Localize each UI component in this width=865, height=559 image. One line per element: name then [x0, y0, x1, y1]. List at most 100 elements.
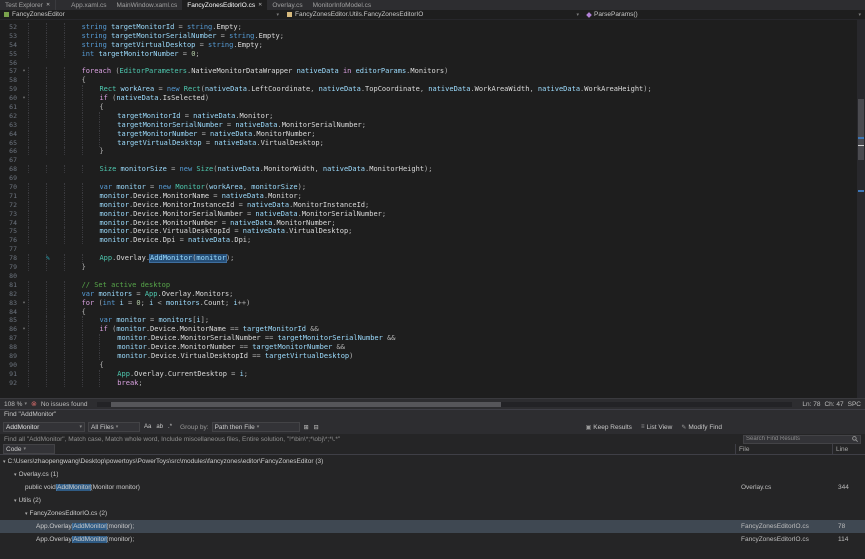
chevron-down-icon: ▾: [276, 12, 279, 18]
code-line[interactable]: 59 Rect workArea = new Rect(nativeData.L…: [0, 85, 857, 94]
results-search-input[interactable]: [746, 436, 850, 442]
fold-collapse-icon[interactable]: ▾: [20, 94, 28, 103]
code-line[interactable]: 65 targetVirtualDesktop = nativeData.Vir…: [0, 139, 857, 148]
code-line[interactable]: 91 App.Overlay.CurrentDesktop = i;: [0, 370, 857, 379]
whole-word-button[interactable]: ab: [155, 424, 164, 430]
find-result-group[interactable]: ▾C:\Users\zhaopengwang\Desktop\powertoys…: [0, 455, 865, 468]
editor-vertical-scrollbar[interactable]: [857, 20, 865, 398]
expander-icon[interactable]: ▾: [14, 472, 17, 478]
fold-collapse-icon[interactable]: ▾: [20, 299, 28, 308]
code-line[interactable]: 55 int targetMonitorNumber = 0;: [0, 50, 857, 59]
expand-all-button[interactable]: ⊞: [303, 424, 310, 431]
column-header-file[interactable]: File: [735, 444, 832, 454]
member-dropdown[interactable]: ParseParams() ▾: [583, 10, 865, 19]
find-result-group[interactable]: ▾Utils (2): [0, 494, 865, 507]
code-line[interactable]: 79 }: [0, 263, 857, 272]
list-view-button[interactable]: ≡ List View: [641, 424, 672, 431]
code-lines[interactable]: 52 string targetMonitorId = string.Empty…: [0, 20, 857, 398]
expander-icon[interactable]: ▾: [14, 498, 17, 504]
code-line[interactable]: 68 Size monitorSize = new Size(nativeDat…: [0, 165, 857, 174]
find-result-row[interactable]: public void AddMonitor(Monitor monitor)O…: [0, 481, 865, 494]
tab-test-explorer[interactable]: Test Explorer✕: [0, 0, 56, 10]
code-line[interactable]: 57▾ foreach (EditorParameters.NativeMoni…: [0, 67, 857, 76]
fold-margin: [20, 23, 28, 32]
fold-collapse-icon[interactable]: ▾: [20, 67, 28, 76]
code-line[interactable]: 74 monitor.Device.MonitorNumber = native…: [0, 219, 857, 228]
find-result-row[interactable]: App.Overlay.AddMonitor(monitor);FancyZon…: [0, 520, 865, 533]
regex-button[interactable]: .*: [167, 424, 173, 430]
results-tree[interactable]: ▾C:\Users\zhaopengwang\Desktop\powertoys…: [0, 455, 865, 559]
code-editor[interactable]: 52 string targetMonitorId = string.Empty…: [0, 20, 865, 398]
code-line[interactable]: 54 string targetVirtualDesktop = string.…: [0, 41, 857, 50]
code-line[interactable]: 82 var monitors = App.Overlay.Monitors;: [0, 290, 857, 299]
code-filter-dropdown[interactable]: Code ▾: [3, 444, 55, 454]
issues-label[interactable]: No issues found: [41, 401, 88, 408]
tab-monitorinfomodel-cs[interactable]: MonitorInfoModel.cs: [308, 0, 377, 10]
find-result-group[interactable]: ▾Overlay.cs (1): [0, 468, 865, 481]
code-line[interactable]: 56: [0, 59, 857, 68]
results-search-box[interactable]: [743, 435, 861, 444]
code-line[interactable]: 66 }: [0, 147, 857, 156]
editor-horizontal-scrollbar[interactable]: [97, 402, 792, 407]
tab-fancyzoneseditorio-cs[interactable]: FancyZonesEditorIO.cs✕: [182, 0, 267, 10]
issues-icon[interactable]: ⊗: [31, 401, 37, 408]
keep-results-button[interactable]: ▣ Keep Results: [586, 424, 632, 431]
group-by-dropdown[interactable]: Path then File ▾: [212, 422, 300, 432]
code-line[interactable]: 70 var monitor = new Monitor(workArea, m…: [0, 183, 857, 192]
code-line[interactable]: 62 targetMonitorId = nativeData.Monitor;: [0, 112, 857, 121]
scrollbar-thumb[interactable]: [858, 99, 864, 159]
quick-actions-icon[interactable]: ✎: [46, 254, 50, 263]
code-line[interactable]: 86▾ if (monitor.Device.MonitorName == ta…: [0, 325, 857, 334]
code-line[interactable]: 75 monitor.Device.VirtualDesktopId = nat…: [0, 227, 857, 236]
code-line[interactable]: 52 string targetMonitorId = string.Empty…: [0, 23, 857, 32]
expander-icon[interactable]: ▾: [25, 511, 28, 517]
tab-mainwindow-xaml-cs[interactable]: MainWindow.xaml.cs: [112, 0, 183, 10]
type-dropdown[interactable]: FancyZonesEditor.Utils.FancyZonesEditorI…: [283, 10, 583, 19]
code-line[interactable]: 78 App.Overlay.AddMonitor(monitor);✎: [0, 254, 857, 263]
tab-app-xaml-cs[interactable]: App.xaml.cs: [66, 0, 111, 10]
tab-overlay-cs[interactable]: Overlay.cs: [267, 0, 307, 10]
code-line[interactable]: 76 monitor.Device.Dpi = nativeData.Dpi;: [0, 236, 857, 245]
expander-icon[interactable]: ▾: [3, 459, 6, 465]
code-line[interactable]: 67: [0, 156, 857, 165]
find-result-group[interactable]: ▾FancyZonesEditorIO.cs (2): [0, 507, 865, 520]
line-indicator[interactable]: Ln: 78: [802, 401, 820, 408]
code-line[interactable]: 71 monitor.Device.MonitorName = nativeDa…: [0, 192, 857, 201]
modify-find-button[interactable]: ✎ Modify Find: [681, 424, 722, 431]
code-line[interactable]: 60▾ if (nativeData.IsSelected): [0, 94, 857, 103]
code-line[interactable]: 80: [0, 272, 857, 281]
zoom-control[interactable]: 108 % ▾: [4, 401, 27, 408]
code-line[interactable]: 61 {: [0, 103, 857, 112]
code-line[interactable]: 69: [0, 174, 857, 183]
code-line[interactable]: 88 monitor.Device.MonitorNumber == targe…: [0, 343, 857, 352]
code-line[interactable]: 92 break;: [0, 379, 857, 388]
code-line[interactable]: 81 // Set active desktop: [0, 281, 857, 290]
code-line[interactable]: 85 var monitor = monitors[i];: [0, 316, 857, 325]
column-header-line[interactable]: Line: [832, 444, 862, 454]
find-query-input[interactable]: [6, 424, 77, 431]
code-line[interactable]: 73 monitor.Device.MonitorSerialNumber = …: [0, 210, 857, 219]
find-query-combo[interactable]: ▾: [3, 422, 85, 432]
code-line[interactable]: 53 string targetMonitorSerialNumber = st…: [0, 32, 857, 41]
code-line[interactable]: 64 targetMonitorNumber = nativeData.Moni…: [0, 130, 857, 139]
code-line[interactable]: 58 {: [0, 76, 857, 85]
find-result-row[interactable]: App.Overlay.AddMonitor(monitor);FancyZon…: [0, 533, 865, 546]
code-line[interactable]: 84 {: [0, 308, 857, 317]
tab-close-icon[interactable]: ✕: [46, 3, 50, 8]
code-line[interactable]: 83▾ for (int i = 0; i < monitors.Count; …: [0, 299, 857, 308]
code-line[interactable]: 72 monitor.Device.MonitorInstanceId = na…: [0, 201, 857, 210]
code-line[interactable]: 90 {: [0, 361, 857, 370]
project-dropdown[interactable]: FancyZonesEditor ▾: [0, 10, 283, 19]
match-case-button[interactable]: Aa: [143, 424, 152, 430]
scrollbar-thumb[interactable]: [111, 402, 500, 407]
whitespace-indicator[interactable]: SPC: [848, 401, 861, 408]
code-line[interactable]: 87 monitor.Device.MonitorSerialNumber ==…: [0, 334, 857, 343]
scope-dropdown[interactable]: All Files ▾: [88, 422, 140, 432]
fold-collapse-icon[interactable]: ▾: [20, 325, 28, 334]
collapse-all-button[interactable]: ⊟: [313, 424, 320, 431]
code-line[interactable]: 63 targetMonitorSerialNumber = nativeDat…: [0, 121, 857, 130]
column-indicator[interactable]: Ch: 47: [824, 401, 843, 408]
tab-close-icon[interactable]: ✕: [258, 3, 262, 8]
code-line[interactable]: 77: [0, 245, 857, 254]
code-line[interactable]: 89 monitor.Device.VirtualDesktopId == ta…: [0, 352, 857, 361]
